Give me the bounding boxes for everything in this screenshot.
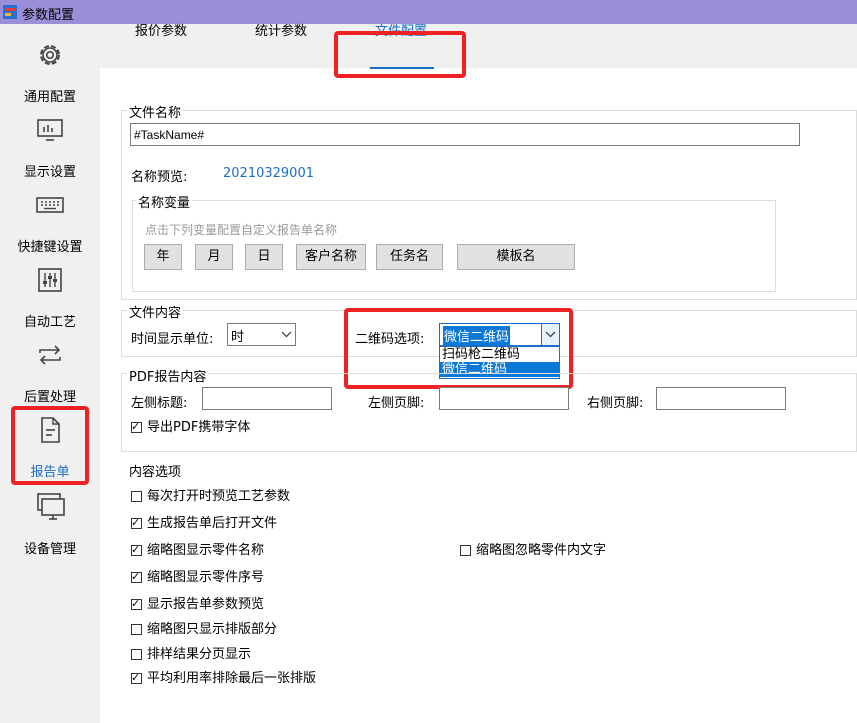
content-options-section-label: 内容选项	[129, 465, 182, 480]
var-year-button[interactable]: 年	[144, 244, 182, 270]
option-label: 每次打开时预览工艺参数	[147, 489, 291, 504]
name-variables-label: 名称变量	[136, 192, 193, 211]
sliders-icon	[38, 268, 62, 292]
option-label: 缩略图只显示排版部分	[147, 622, 278, 637]
var-task-button[interactable]: 任务名	[376, 244, 443, 270]
title-bar: 参数配置	[0, 0, 857, 24]
option-label: 缩略图忽略零件内文字	[476, 543, 607, 558]
option-label: 缩略图显示零件名称	[147, 543, 265, 558]
keyboard-icon	[36, 197, 64, 213]
sidebar-item-shortcuts[interactable]: 快捷键设置	[0, 190, 100, 262]
checkbox-box	[460, 545, 471, 556]
check-icon: ✓	[131, 420, 141, 433]
pdf-group	[121, 373, 857, 452]
right-footer-input[interactable]	[656, 387, 786, 410]
option-label: 显示报告单参数预览	[147, 597, 265, 612]
monitor-icon	[37, 119, 63, 141]
check-icon: ✓	[131, 570, 141, 583]
left-title-input[interactable]	[202, 387, 332, 410]
gear-icon	[40, 45, 60, 65]
chevron-down-icon	[281, 331, 292, 338]
window-title: 参数配置	[22, 8, 75, 23]
highlight-box-report	[11, 406, 89, 485]
sidebar-item-label: 后置处理	[23, 390, 76, 405]
tab-bar	[100, 24, 857, 68]
name-variables-hint: 点击下列变量配置自定义报告单名称	[145, 223, 338, 237]
sidebar: 通用配置 显示设置 快捷键设置 自动工艺 后置处理 报告单 设备管理	[0, 24, 100, 723]
option-label: 生成报告单后打开文件	[147, 516, 278, 531]
var-day-button[interactable]: 日	[245, 244, 283, 270]
left-title-label: 左侧标题:	[131, 396, 188, 411]
file-content-section-label: 文件内容	[127, 302, 184, 321]
file-name-section-label: 文件名称	[127, 102, 184, 121]
highlight-box-tab	[334, 31, 466, 78]
sidebar-item-auto-process[interactable]: 自动工艺	[0, 265, 100, 337]
sidebar-item-label: 通用配置	[23, 90, 76, 105]
checkbox-box: ✓	[131, 597, 142, 610]
time-unit-label: 时间显示单位:	[131, 332, 214, 347]
check-icon: ✓	[131, 597, 141, 610]
var-customer-button[interactable]: 客户名称	[296, 244, 366, 270]
var-month-button[interactable]: 月	[195, 244, 233, 270]
checkbox-box	[131, 491, 142, 502]
time-unit-value: 时	[231, 330, 245, 345]
checkbox-box	[131, 649, 142, 660]
checkbox-box: ✓	[131, 671, 142, 684]
file-name-input[interactable]	[130, 123, 800, 146]
check-icon: ✓	[131, 516, 141, 529]
sidebar-item-post-process[interactable]: 后置处理	[0, 340, 100, 412]
check-icon: ✓	[131, 543, 141, 556]
left-footer-label: 左侧页脚:	[368, 396, 425, 411]
name-preview-label: 名称预览:	[131, 170, 188, 185]
tab-quote-params[interactable]: 报价参数	[135, 20, 187, 39]
checkbox-box: ✓	[131, 570, 142, 583]
right-footer-label: 右侧页脚:	[587, 396, 644, 411]
sidebar-item-label: 显示设置	[23, 165, 76, 180]
repeat-icon	[39, 345, 61, 365]
name-preview-value: 20210329001	[223, 166, 314, 181]
sidebar-item-label: 设备管理	[23, 542, 76, 557]
sidebar-item-label: 自动工艺	[23, 315, 76, 330]
sidebar-item-devices[interactable]: 设备管理	[0, 492, 100, 564]
checkbox-box	[131, 624, 142, 635]
sidebar-item-general[interactable]: 通用配置	[0, 40, 100, 112]
embed-fonts-label: 导出PDF携带字体	[147, 420, 251, 435]
sidebar-item-label: 快捷键设置	[17, 240, 83, 255]
option-label: 排样结果分页显示	[147, 647, 252, 662]
option-label: 平均利用率排除最后一张排版	[147, 671, 317, 686]
option-label: 缩略图显示零件序号	[147, 570, 265, 585]
checkbox-box: ✓	[131, 516, 142, 529]
check-icon: ✓	[131, 671, 141, 684]
tab-stats-params[interactable]: 统计参数	[255, 20, 307, 39]
checkbox-box: ✓	[131, 543, 142, 556]
sidebar-item-display[interactable]: 显示设置	[0, 115, 100, 187]
checkbox-box: ✓	[131, 420, 142, 433]
time-unit-select[interactable]: 时	[227, 323, 296, 346]
app-logo-icon	[3, 5, 17, 19]
var-template-button[interactable]: 模板名	[457, 244, 575, 270]
left-footer-input[interactable]	[439, 387, 569, 410]
pdf-section-label: PDF报告内容	[127, 366, 209, 385]
devices-icon	[37, 493, 65, 520]
